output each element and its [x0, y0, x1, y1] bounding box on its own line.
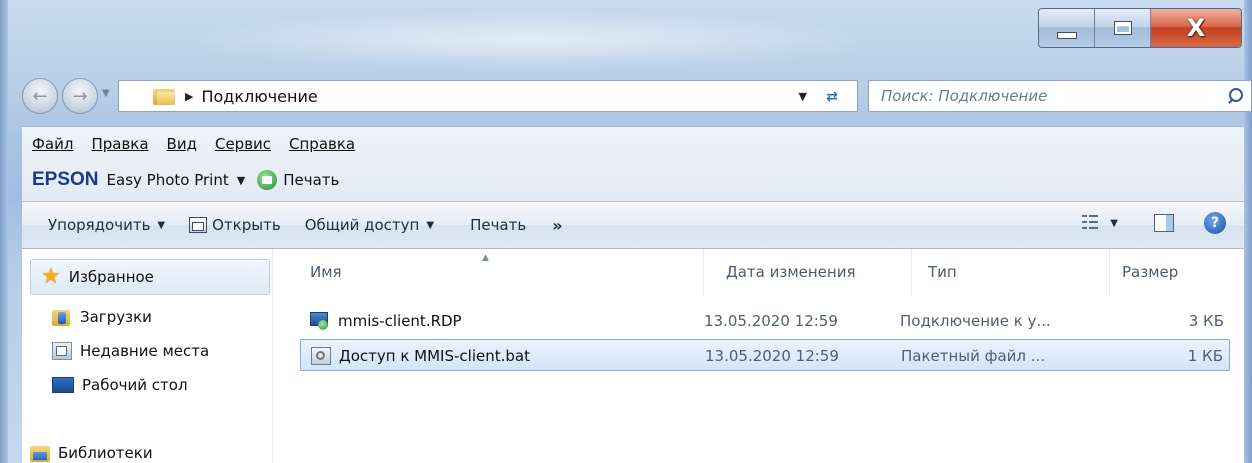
- menu-tools[interactable]: Сервис: [215, 135, 271, 153]
- close-icon: X: [1186, 14, 1206, 42]
- rdp-file-icon: [310, 312, 330, 330]
- minimize-icon: [1056, 31, 1077, 39]
- window-caption-buttons: X: [1038, 8, 1242, 48]
- organize-label: Упорядочить: [48, 216, 151, 234]
- downloads-folder-icon: [52, 308, 72, 326]
- maximize-button[interactable]: [1095, 9, 1151, 47]
- recent-places-icon: [52, 342, 72, 360]
- share-dropdown-icon: ▼: [426, 219, 435, 231]
- desktop-icon: [52, 377, 74, 393]
- nav-item-desktop[interactable]: Рабочий стол: [52, 371, 188, 399]
- file-size: 1 КБ: [1187, 347, 1223, 365]
- file-type: Пакетный файл ...: [901, 347, 1046, 365]
- explorer-window: X ← → ▼ ▶ Подключение ▼ ⇄ Поиск: Подключ…: [0, 0, 1252, 463]
- back-button[interactable]: ←: [22, 78, 58, 114]
- file-name: mmis-client.RDP: [338, 312, 462, 330]
- open-button[interactable]: Открыть: [189, 216, 281, 234]
- recent-pages-dropdown-icon[interactable]: ▼: [102, 88, 110, 99]
- libraries-icon: [30, 444, 50, 462]
- organize-button[interactable]: Упорядочить ▼: [48, 216, 165, 234]
- epson-product-button[interactable]: Easy Photo Print: [107, 171, 229, 189]
- close-button[interactable]: X: [1151, 9, 1241, 47]
- nav-libraries-label: Библиотеки: [58, 444, 153, 462]
- navigation-pane: ★ Избранное Загрузки Недавние места Рабо…: [22, 249, 273, 463]
- column-header-label: Имя: [310, 263, 342, 281]
- menu-edit[interactable]: Правка: [91, 135, 148, 153]
- change-view-icon[interactable]: [1082, 215, 1100, 231]
- refresh-icon: ⇄: [826, 89, 838, 105]
- content-area: ★ Избранное Загрузки Недавние места Рабо…: [22, 249, 1244, 463]
- menu-bar: Файл Правка Вид Сервис Справка: [32, 135, 373, 153]
- search-icon[interactable]: [1221, 81, 1251, 111]
- column-header-label: Дата изменения: [726, 263, 856, 281]
- share-label: Общий доступ: [304, 216, 420, 234]
- column-header-label: Тип: [928, 263, 957, 281]
- file-date: 13.05.2020 12:59: [704, 312, 838, 330]
- navigation-row: ← → ▼ ▶ Подключение ▼ ⇄ Поиск: Подключен…: [22, 78, 1252, 114]
- more-commands-button[interactable]: »: [552, 216, 562, 235]
- address-bar[interactable]: ▶ Подключение ▼ ⇄: [118, 80, 858, 112]
- share-button[interactable]: Общий доступ ▼: [305, 216, 434, 234]
- view-dropdown-icon[interactable]: ▼: [1110, 218, 1118, 229]
- minimize-button[interactable]: [1039, 9, 1095, 47]
- batch-file-icon: [311, 347, 331, 365]
- nav-item-label: Загрузки: [80, 308, 152, 326]
- preview-pane-icon[interactable]: [1154, 214, 1174, 232]
- file-type: Подключение к у...: [900, 312, 1051, 330]
- forward-button[interactable]: →: [62, 78, 98, 114]
- nav-libraries[interactable]: Библиотеки: [30, 439, 153, 463]
- file-date: 13.05.2020 12:59: [705, 347, 839, 365]
- command-bar-right: ▼ ?: [1082, 212, 1226, 234]
- arrow-right-icon: →: [72, 85, 88, 107]
- file-name-cell: mmis-client.RDP: [310, 305, 462, 337]
- menu-view[interactable]: Вид: [167, 135, 197, 153]
- menu-help[interactable]: Справка: [289, 135, 355, 153]
- epson-logo: EPSON: [32, 169, 99, 190]
- epson-toolbar: EPSON Easy Photo Print ▼ Печать: [32, 169, 339, 191]
- nav-item-recent-places[interactable]: Недавние места: [52, 337, 209, 365]
- refresh-button[interactable]: ⇄: [815, 86, 849, 108]
- address-dropdown-icon[interactable]: ▼: [799, 90, 807, 103]
- open-icon: [189, 217, 208, 233]
- column-header-name[interactable]: Имя ▲: [278, 249, 704, 295]
- address-path[interactable]: Подключение: [201, 87, 317, 106]
- file-name: Доступ к MMIS-client.bat: [339, 347, 530, 365]
- search-box[interactable]: Поиск: Подключение: [868, 80, 1252, 112]
- column-header-size[interactable]: Размер: [1110, 249, 1244, 295]
- nav-item-downloads[interactable]: Загрузки: [52, 303, 152, 331]
- column-header-date[interactable]: Дата изменения: [704, 249, 912, 295]
- nav-item-label: Рабочий стол: [82, 376, 188, 394]
- menu-area: Файл Правка Вид Сервис Справка EPSON Eas…: [22, 126, 1244, 202]
- nav-favorites-label: Избранное: [68, 268, 154, 286]
- nav-favorites[interactable]: ★ Избранное: [30, 259, 270, 295]
- arrow-left-icon: ←: [32, 85, 48, 107]
- star-icon: ★: [41, 264, 61, 289]
- file-row-selected[interactable]: Доступ к MMIS-client.bat 13.05.2020 12:5…: [300, 339, 1230, 371]
- window-frame-left: [0, 0, 8, 463]
- nav-item-label: Недавние места: [80, 342, 210, 360]
- file-name-cell: Доступ к MMIS-client.bat: [311, 340, 530, 372]
- epson-print-button[interactable]: Печать: [283, 171, 339, 189]
- maximize-icon: [1113, 21, 1132, 35]
- folder-icon: [153, 87, 175, 105]
- sort-ascending-icon: ▲: [482, 253, 489, 263]
- file-list: Имя ▲ Дата изменения Тип Размер mmis-cli…: [278, 249, 1244, 463]
- command-bar: Упорядочить ▼ Открыть Общий доступ ▼ Печ…: [22, 202, 1244, 249]
- search-input[interactable]: Поиск: Подключение: [881, 87, 1221, 105]
- epson-dropdown-icon[interactable]: ▼: [237, 174, 245, 187]
- print-label: Печать: [470, 216, 527, 234]
- help-icon[interactable]: ?: [1204, 212, 1226, 234]
- organize-dropdown-icon: ▼: [157, 219, 166, 231]
- epson-print-icon[interactable]: [257, 170, 278, 190]
- file-row[interactable]: mmis-client.RDP 13.05.2020 12:59 Подключ…: [300, 305, 1230, 337]
- column-header-type[interactable]: Тип: [912, 249, 1110, 295]
- column-header-label: Размер: [1122, 263, 1179, 281]
- print-button[interactable]: Печать: [470, 216, 526, 234]
- file-size: 3 КБ: [1188, 312, 1224, 330]
- open-label: Открыть: [212, 216, 281, 234]
- menu-file[interactable]: Файл: [32, 135, 73, 153]
- titlebar-glow: [180, 10, 880, 70]
- breadcrumb-chevron-icon[interactable]: ▶: [185, 90, 193, 103]
- window-frame-right: [1244, 0, 1252, 463]
